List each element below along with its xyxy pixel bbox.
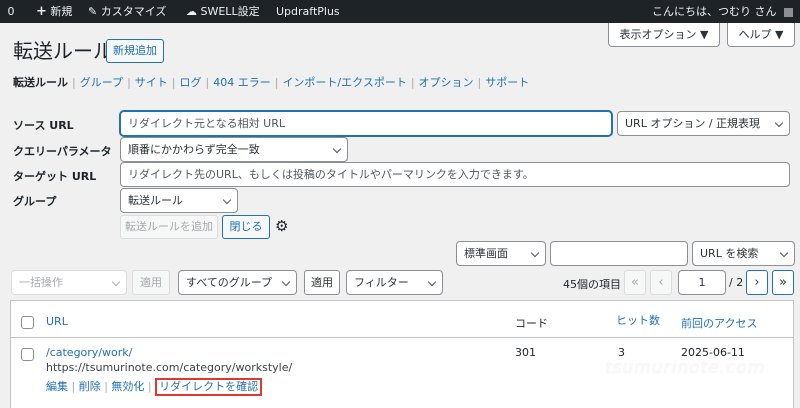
check-redirect-link[interactable]: リダイレクトを確認 xyxy=(155,378,263,396)
chevron-down-icon xyxy=(530,248,540,258)
nav-import-export[interactable]: インポート/エクスポート xyxy=(282,76,406,89)
page-title: 転送ルール xyxy=(13,39,113,63)
total-pages: / 2 xyxy=(729,276,744,289)
swell-label: SWELL設定 xyxy=(200,5,260,18)
column-code: コード xyxy=(515,317,548,330)
new-content-menu[interactable]: + 新規 xyxy=(36,0,72,23)
plus-icon: + xyxy=(36,4,47,19)
target-url-input[interactable]: リダイレクト先のURL、もしくは投稿のタイトルやパーマリンクを入力できます。 xyxy=(120,162,790,187)
current-page-input[interactable]: 1 xyxy=(678,270,726,295)
updraftplus-menu[interactable]: UpdraftPlus xyxy=(276,0,340,23)
add-new-button[interactable]: 新規追加 xyxy=(106,39,164,63)
group-value: 転送ルール xyxy=(128,194,183,207)
query-params-label: クエリーパラメータ xyxy=(13,145,112,158)
avatar xyxy=(784,7,793,17)
header-divider xyxy=(11,337,793,338)
column-url[interactable]: URL xyxy=(46,315,68,328)
search-input[interactable] xyxy=(550,241,688,266)
account-menu[interactable]: こんにちは、つむり さん xyxy=(652,0,793,23)
prev-page-button[interactable]: ‹ xyxy=(650,270,672,295)
nav-redirects[interactable]: 転送ルール xyxy=(13,76,68,89)
group-label: グループ xyxy=(13,195,57,208)
help-button[interactable]: ヘルプ ▼ xyxy=(727,23,795,47)
nav-404-errors[interactable]: 404 エラー xyxy=(213,76,271,89)
url-options-select[interactable]: URL オプション / 正規表現 xyxy=(617,111,790,136)
customize-menu[interactable]: ✎ カスタマイズ xyxy=(88,0,166,23)
last-page-button[interactable]: » xyxy=(772,270,794,295)
row-source-url[interactable]: /category/work/ xyxy=(46,346,132,359)
query-params-value: 順番にかかわらず完全一致 xyxy=(128,143,260,156)
view-mode-value: 標準画面 xyxy=(464,247,508,260)
target-url-label: ターゲット URL xyxy=(13,170,97,183)
chevron-down-icon xyxy=(774,118,784,128)
screen-options-button[interactable]: 表示オプション ▼ xyxy=(608,23,720,47)
first-page-button[interactable]: « xyxy=(624,270,646,295)
row-actions: 編集 | 削除 | 無効化 | リダイレクトを確認 xyxy=(46,378,263,396)
gear-icon[interactable]: ⚙ xyxy=(275,218,288,234)
filter-value: フィルター xyxy=(354,276,409,289)
column-last-access[interactable]: 前回のアクセス xyxy=(681,315,757,331)
item-count: 45個の項目 xyxy=(563,278,621,291)
nav-options[interactable]: オプション xyxy=(419,76,474,89)
source-url-input[interactable]: リダイレクト元となる相対 URL xyxy=(120,111,612,136)
nav-sites[interactable]: サイト xyxy=(135,76,168,89)
customize-label: カスタマイズ xyxy=(100,5,167,18)
column-hits[interactable]: ヒット数 xyxy=(616,312,660,328)
greeting: こんにちは、つむり さん xyxy=(652,5,777,18)
nav-support[interactable]: サポート xyxy=(485,76,529,89)
disable-link[interactable]: 無効化 xyxy=(111,380,144,393)
admin-bar: 0 + 新規 ✎ カスタマイズ ☁ SWELL設定 UpdraftPlus こん… xyxy=(0,0,800,23)
new-label: 新規 xyxy=(50,5,73,18)
swell-settings-menu[interactable]: ☁ SWELL設定 xyxy=(186,0,260,23)
nav-logs[interactable]: ログ xyxy=(180,76,202,89)
swell-icon: ☁ xyxy=(186,5,197,18)
source-url-label: ソース URL xyxy=(13,119,74,132)
apply-filter-button[interactable]: 適用 xyxy=(304,270,340,295)
row-target-url: https://tsumurinote.com/category/worksty… xyxy=(46,361,293,374)
add-redirect-button[interactable]: 転送ルールを追加 xyxy=(120,215,218,239)
next-page-button[interactable]: › xyxy=(746,270,768,295)
filter-select[interactable]: フィルター xyxy=(346,270,443,295)
delete-link[interactable]: 削除 xyxy=(79,380,101,393)
close-button[interactable]: 閉じる xyxy=(222,215,270,239)
comment-count: 0 xyxy=(7,5,15,18)
brush-icon: ✎ xyxy=(88,5,98,18)
chevron-down-icon xyxy=(427,277,437,287)
row-code: 301 xyxy=(515,346,536,359)
chevron-down-icon xyxy=(332,144,342,154)
comments-menu[interactable]: 0 xyxy=(4,0,15,23)
view-mode-select[interactable]: 標準画面 xyxy=(456,241,546,266)
group-select[interactable]: 転送ルール xyxy=(120,188,238,213)
query-params-select[interactable]: 順番にかかわらず完全一致 xyxy=(120,137,348,162)
chevron-down-icon xyxy=(779,248,789,258)
edit-link[interactable]: 編集 xyxy=(46,380,68,393)
chevron-down-icon xyxy=(111,277,121,287)
subsubsub-nav: 転送ルール | グループ | サイト | ログ | 404 エラー | インポート/エクスポート | オ… xyxy=(13,76,530,89)
nav-groups[interactable]: グループ xyxy=(80,76,123,89)
bulk-actions-value: 一括操作 xyxy=(19,276,63,289)
select-all-checkbox[interactable] xyxy=(21,316,34,329)
chevron-down-icon xyxy=(281,277,291,287)
row-checkbox[interactable] xyxy=(21,348,34,361)
search-by-value: URL を検索 xyxy=(700,247,759,260)
group-filter-select[interactable]: すべてのグループ xyxy=(178,270,297,295)
redirects-table: URL コード ヒット数 前回のアクセス /category/work/ htt… xyxy=(10,300,794,408)
url-options-value: URL オプション / 正規表現 xyxy=(625,117,761,130)
search-by-select[interactable]: URL を検索 xyxy=(692,241,795,266)
watermark: tsumurinote.com xyxy=(605,358,766,378)
chevron-down-icon xyxy=(222,195,232,205)
group-filter-value: すべてのグループ xyxy=(186,276,273,289)
apply-bulk-button[interactable]: 適用 xyxy=(132,270,170,295)
bulk-actions-select[interactable]: 一括操作 xyxy=(11,270,127,295)
